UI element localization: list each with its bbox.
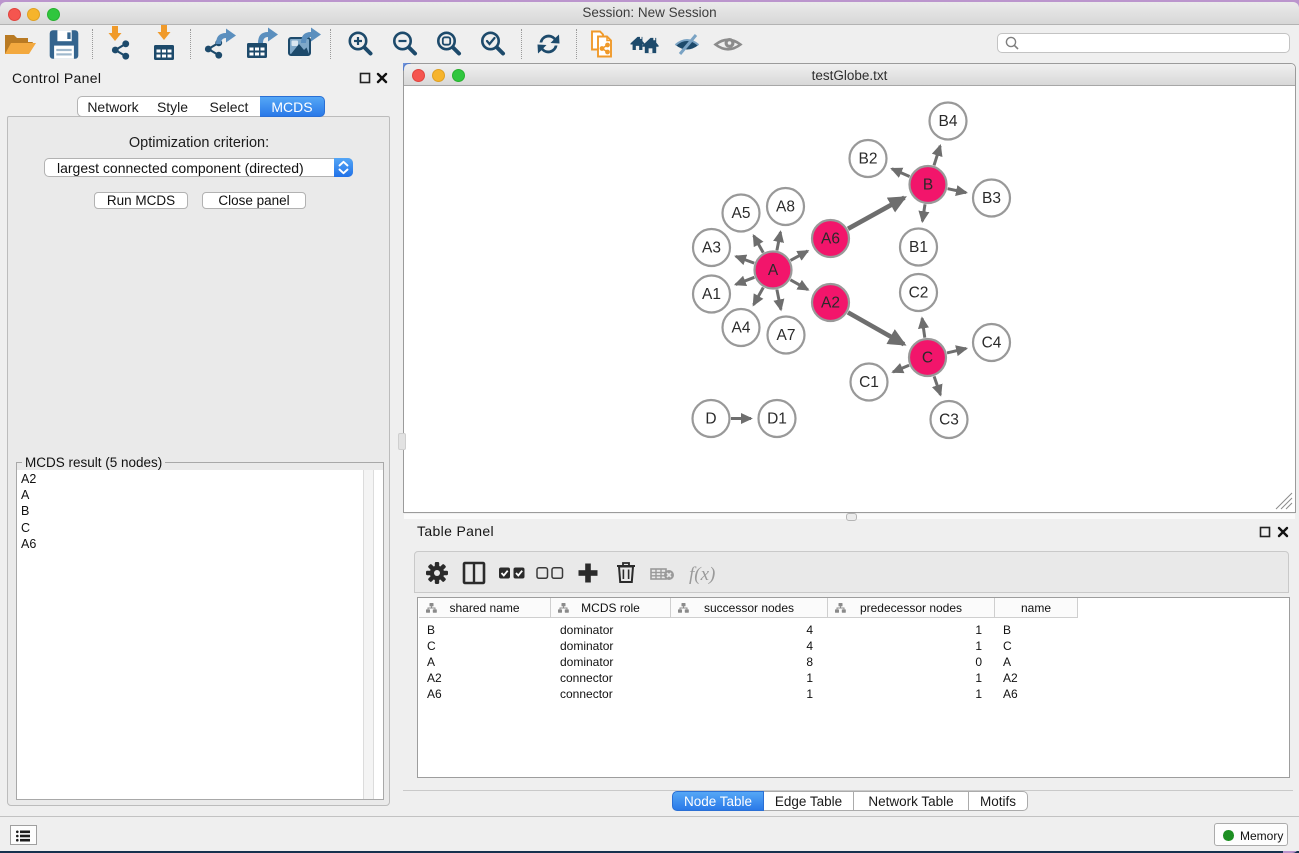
svg-text:B: B	[923, 177, 933, 194]
svg-text:A5: A5	[732, 205, 751, 222]
svg-text:A3: A3	[702, 240, 721, 257]
svg-text:C: C	[922, 350, 933, 367]
svg-text:C2: C2	[909, 285, 929, 302]
svg-text:B2: B2	[859, 151, 878, 168]
svg-text:D1: D1	[767, 411, 787, 428]
svg-text:C3: C3	[939, 412, 959, 429]
svg-text:A1: A1	[702, 286, 721, 303]
svg-text:A4: A4	[732, 320, 751, 337]
svg-text:B1: B1	[909, 239, 928, 256]
svg-text:C4: C4	[982, 335, 1002, 352]
svg-text:f(x): f(x)	[689, 564, 715, 585]
svg-text:C1: C1	[859, 374, 879, 391]
svg-text:D: D	[705, 411, 716, 428]
svg-text:B3: B3	[982, 190, 1001, 207]
svg-text:A: A	[768, 262, 779, 279]
svg-text:B4: B4	[939, 113, 958, 130]
svg-text:A6: A6	[821, 231, 840, 248]
svg-text:A2: A2	[821, 295, 840, 312]
svg-text:A8: A8	[776, 199, 795, 216]
svg-text:A7: A7	[777, 327, 796, 344]
